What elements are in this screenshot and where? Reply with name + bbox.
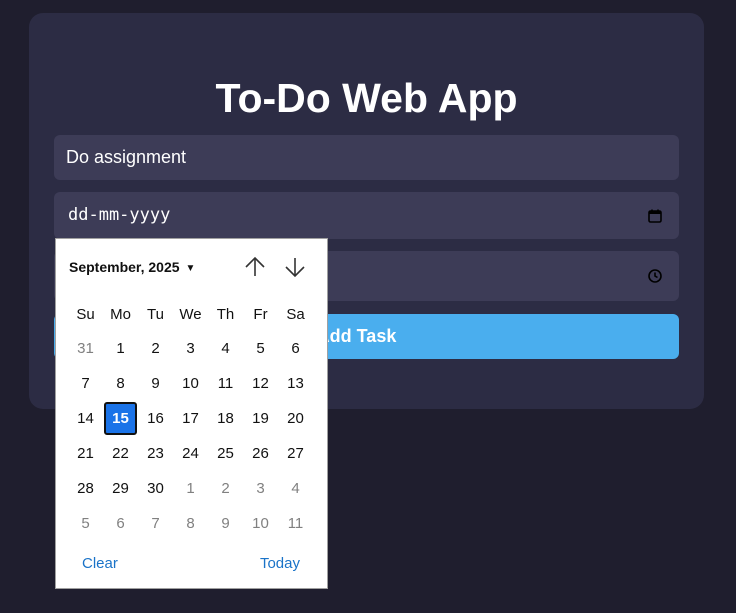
calendar-day[interactable]: 28 (68, 471, 103, 506)
calendar-day[interactable]: 23 (138, 436, 173, 471)
calendar-day[interactable]: 10 (243, 506, 278, 541)
calendar-day[interactable]: 17 (173, 401, 208, 436)
calendar-icon[interactable] (647, 208, 663, 224)
task-input[interactable]: Do assignment (54, 135, 679, 180)
date-picker-popup: September, 2025 ▼ Su Mo Tu We Th Fr Sa 31 1 2 3 4 5 6 7… (55, 238, 328, 589)
calendar-day[interactable]: 5 (68, 506, 103, 541)
calendar-day[interactable]: 11 (278, 506, 313, 541)
weekday-header: Th (216, 305, 235, 323)
calendar-day[interactable]: 19 (243, 401, 278, 436)
calendar-day[interactable]: 30 (138, 471, 173, 506)
weekday-header: Mo (110, 305, 131, 323)
calendar-day[interactable]: 10 (173, 366, 208, 401)
calendar-day[interactable]: 9 (208, 506, 243, 541)
weekday-header: Su (76, 305, 95, 323)
calendar-day[interactable]: 18 (208, 401, 243, 436)
calendar-day[interactable]: 26 (243, 436, 278, 471)
calendar-day-selected[interactable]: 15 (104, 402, 137, 435)
calendar-day[interactable]: 3 (173, 331, 208, 366)
calendar-day[interactable]: 27 (278, 436, 313, 471)
calendar-day[interactable]: 9 (138, 366, 173, 401)
calendar-day[interactable]: 21 (68, 436, 103, 471)
add-task-label: Add Task (316, 326, 397, 346)
calendar-day[interactable]: 8 (173, 506, 208, 541)
calendar-day[interactable]: 3 (243, 471, 278, 506)
calendar-day[interactable]: 1 (103, 331, 138, 366)
today-button[interactable]: Today (260, 555, 300, 572)
date-placeholder: dd-mm-yyyy (68, 205, 171, 225)
arrow-up-icon[interactable] (243, 255, 267, 279)
calendar-day[interactable]: 8 (103, 366, 138, 401)
calendar-day[interactable]: 2 (208, 471, 243, 506)
calendar-grid: Su Mo Tu We Th Fr Sa 31 1 2 3 4 5 6 7 8 9 10 11 12 13 14 15 16 1… (68, 301, 316, 541)
calendar-day[interactable]: 16 (138, 401, 173, 436)
calendar-day[interactable]: 11 (208, 366, 243, 401)
calendar-day[interactable]: 4 (208, 331, 243, 366)
weekday-header: Fr (253, 305, 268, 323)
calendar-day[interactable]: 12 (243, 366, 278, 401)
clear-button[interactable]: Clear (82, 555, 118, 572)
weekday-header: We (179, 305, 202, 323)
calendar-day[interactable]: 7 (68, 366, 103, 401)
calendar-day[interactable]: 5 (243, 331, 278, 366)
calendar-day[interactable]: 24 (173, 436, 208, 471)
calendar-day[interactable]: 13 (278, 366, 313, 401)
calendar-day[interactable]: 22 (103, 436, 138, 471)
weekday-header: Tu (147, 305, 164, 323)
calendar-day[interactable]: 20 (278, 401, 313, 436)
clock-icon[interactable] (647, 268, 663, 284)
calendar-day[interactable]: 4 (278, 471, 313, 506)
calendar-day[interactable]: 6 (278, 331, 313, 366)
calendar-day[interactable]: 25 (208, 436, 243, 471)
weekday-header: Sa (286, 305, 305, 323)
calendar-day[interactable]: 14 (68, 401, 103, 436)
caret-down-icon: ▼ (185, 262, 196, 274)
calendar-day[interactable]: 29 (103, 471, 138, 506)
calendar-day[interactable]: 6 (103, 506, 138, 541)
calendar-day[interactable]: 7 (138, 506, 173, 541)
page-title: To-Do Web App (215, 75, 518, 121)
calendar-day[interactable]: 2 (138, 331, 173, 366)
calendar-day[interactable]: 1 (173, 471, 208, 506)
date-input[interactable]: dd-mm-yyyy (54, 192, 679, 239)
month-label: September, 2025 (69, 259, 180, 275)
arrow-down-icon[interactable] (283, 255, 307, 279)
calendar-day[interactable]: 31 (68, 331, 103, 366)
month-year-selector[interactable]: September, 2025 ▼ (69, 259, 195, 275)
